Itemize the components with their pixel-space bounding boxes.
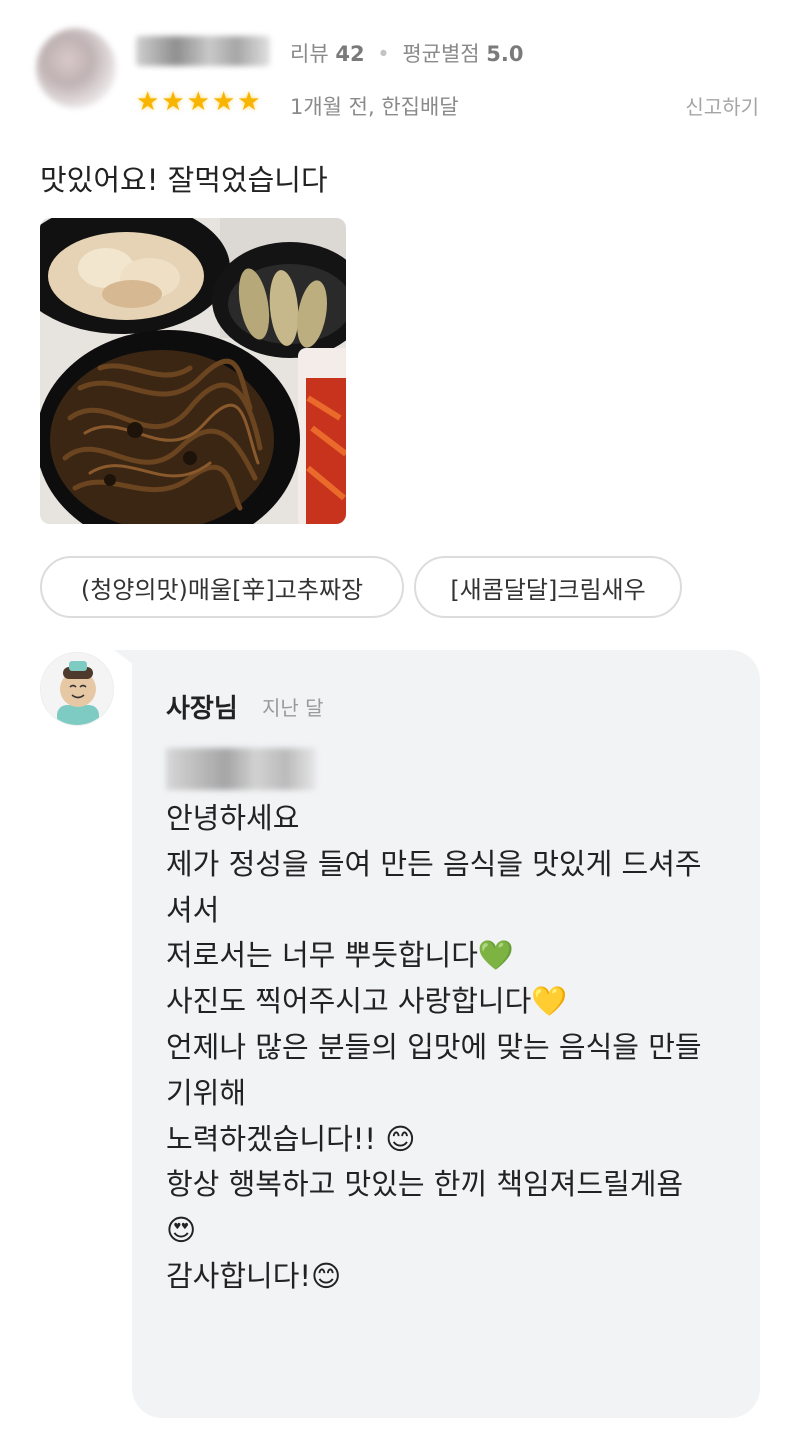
reply-line: 언제나 많은 분들의 입맛에 맞는 음식을 만들 — [166, 1029, 702, 1064]
reply-line: 셔서 — [166, 892, 220, 927]
star-icon: ★ — [211, 87, 236, 117]
menu-tag-1[interactable]: (청양의맛)매울[辛]고추짜장 — [40, 556, 404, 618]
reply-line: 감사합니다!😊 — [166, 1258, 342, 1293]
reply-line: 노력하겠습니다!! 😊 — [166, 1121, 416, 1156]
reply-line: 안녕하세요 — [166, 801, 300, 835]
reply-line: 😍 — [166, 1213, 197, 1248]
reviewer-stats: 리뷰 42 • 평균별점 5.0 — [290, 38, 524, 68]
owner-reply-time: 지난 달 — [262, 696, 324, 720]
review-count-label: 리뷰 — [290, 42, 329, 66]
review-count-value: 42 — [335, 42, 365, 66]
review-photo[interactable] — [40, 218, 346, 524]
star-icon: ★ — [161, 87, 185, 117]
menu-tag-2[interactable]: [새콤달달]크림새우 — [414, 556, 682, 618]
avg-rating-label: 평균별점 — [402, 42, 480, 66]
owner-name: 사장님 — [166, 694, 238, 724]
reply-line: 사진도 찍어주시고 사랑합니다💛 — [166, 984, 568, 1019]
reviewer-avatar[interactable] — [36, 28, 116, 108]
reply-line: 저로서는 너무 뿌듯합니다💚 — [166, 938, 515, 973]
reply-line: 항상 행복하고 맛있는 한끼 책임져드릴게욤 — [166, 1167, 684, 1202]
rating-stars: ★ ★ ★ ★ ★ — [136, 88, 261, 116]
owner-reply-text: 안녕하세요 제가 정성을 들여 만든 음식을 맛있게 드셔주 셔서 저로서는 너… — [166, 796, 702, 1300]
star-icon: ★ — [186, 87, 210, 117]
owner-avatar — [40, 652, 114, 726]
reply-greeting-blurred — [166, 748, 316, 790]
star-icon: ★ — [136, 87, 160, 117]
avg-rating-value: 5.0 — [486, 42, 524, 66]
reviewer-name-blurred[interactable] — [136, 36, 270, 66]
report-button[interactable]: 신고하기 — [685, 91, 759, 120]
review-text: 맛있어요! 잘먹었습니다 — [40, 163, 328, 197]
star-icon: ★ — [237, 87, 261, 117]
review-meta: 1개월 전, 한집배달 — [290, 95, 459, 119]
separator-dot: • — [377, 42, 390, 66]
reply-line: 제가 정성을 들여 만든 음식을 맛있게 드셔주 — [166, 846, 702, 881]
reply-line: 기위해 — [166, 1075, 247, 1110]
